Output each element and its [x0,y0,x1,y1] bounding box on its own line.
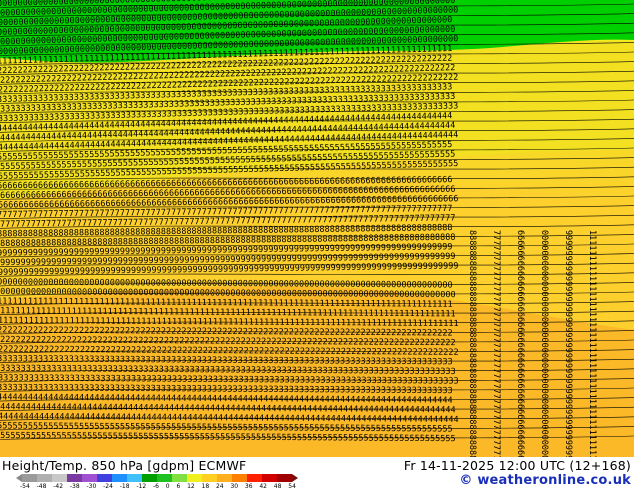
colorbar-tick: 6 [176,483,181,490]
contour-label-column: 6666666666666666666666666666666666666666… [515,230,525,457]
colorbar-segment [37,474,52,482]
colorbar-segment [277,474,292,482]
colorbar-segment [127,474,142,482]
colorbar-tick-labels: -54 -48 -42 -38 -30 -24 -18 -12 -6 0 6 12 18 24 30 36 42… [20,483,296,490]
colorbar-tick: -6 [153,483,159,490]
colorbar-tick: 48 [273,483,282,490]
colorbar-tick: -42 [53,483,64,490]
colorbar-tick: 36 [244,483,253,490]
colorbar-tick: -54 [20,483,30,490]
colorbar-tick: -24 [103,483,113,490]
colorbar-segment [52,474,67,482]
colorbar-tick: 24 [215,483,224,490]
colorbar-segment [247,474,262,482]
temperature-colorbar [22,474,292,482]
colorbar-tick: 42 [259,483,267,490]
colorbar-tick: 0 [165,483,170,490]
contour-label-column: 0000000000000000000000000000000000000000… [539,230,549,457]
colorbar-tick: 30 [230,483,239,490]
colorbar-segment [82,474,97,482]
colorbar-segment [262,474,277,482]
colorbar-segment [22,474,37,482]
colorbar-segment [97,474,112,482]
height-temperature-map: 0000000000000000000000000000000000000000… [0,0,634,457]
valid-time: Fr 14-11-2025 12:00 UTC (12+168) [403,458,631,473]
site-credit-link[interactable]: © weatheronline.co.uk [459,473,631,488]
colorbar-segment [172,474,187,482]
colorbar-segment [112,474,127,482]
colorbar-segment [232,474,247,482]
contour-label-column: 7777777777777777777777777777777777777777… [491,230,501,457]
colorbar-tick: -30 [86,483,97,490]
colorbar-tick: 54 [288,483,296,490]
colorbar-segment [157,474,172,482]
colorbar-segment [187,474,202,482]
colorbar-tick: 12 [187,483,195,490]
colorbar-segment [202,474,217,482]
colorbar-tick: -12 [136,483,147,490]
colorbar-tick: -48 [36,483,47,490]
colorbar-tick: -18 [119,483,130,490]
weather-map-view: 0000000000000000000000000000000000000000… [0,0,634,490]
colorbar-right-arrow [292,474,298,482]
map-title: Height/Temp. 850 hPa [gdpm] ECMWF [2,458,247,473]
map-footer: Height/Temp. 850 hPa [gdpm] ECMWF Fr 14-… [0,457,634,490]
colorbar-segment [67,474,82,482]
colorbar-segment [217,474,232,482]
colorbar-segment [142,474,157,482]
colorbar-tick: -38 [69,483,80,490]
contour-label-column: 8888888888888888888888888888888888888888… [467,230,477,457]
colorbar-tick: 18 [201,483,210,490]
